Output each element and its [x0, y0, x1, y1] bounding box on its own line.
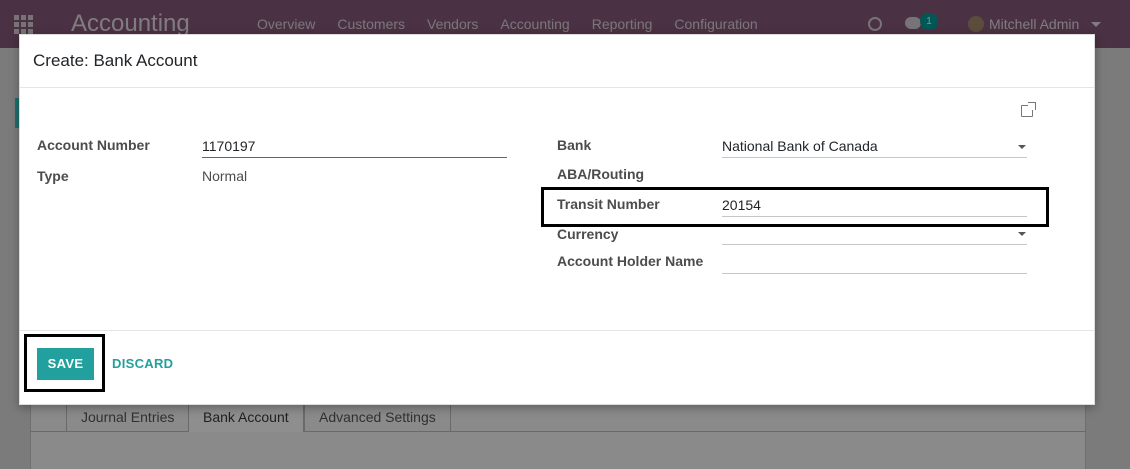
external-link-icon[interactable] [1021, 102, 1036, 117]
account-holder-input[interactable] [722, 252, 1027, 274]
type-label: Type [37, 168, 69, 184]
account-number-label: Account Number [37, 137, 150, 153]
bank-select[interactable]: National Bank of Canada [722, 136, 1027, 158]
bank-select-value: National Bank of Canada [722, 138, 878, 154]
discard-button[interactable]: DISCARD [112, 356, 173, 371]
modal-header: Create: Bank Account [20, 35, 1094, 88]
modal-footer [20, 330, 1094, 406]
bank-dropdown-caret-icon[interactable] [1018, 145, 1026, 149]
transit-number-highlight [541, 187, 1049, 227]
account-holder-label: Account Holder Name [557, 253, 704, 269]
modal-title: Create: Bank Account [33, 51, 198, 70]
save-button[interactable]: SAVE [37, 348, 94, 380]
currency-dropdown-caret-icon[interactable] [1018, 232, 1026, 236]
bank-label: Bank [557, 137, 592, 153]
type-value: Normal [202, 168, 248, 184]
aba-routing-label: ABA/Routing [557, 166, 645, 182]
currency-label: Currency [557, 226, 619, 242]
account-number-input[interactable]: 1170197 [202, 136, 507, 158]
